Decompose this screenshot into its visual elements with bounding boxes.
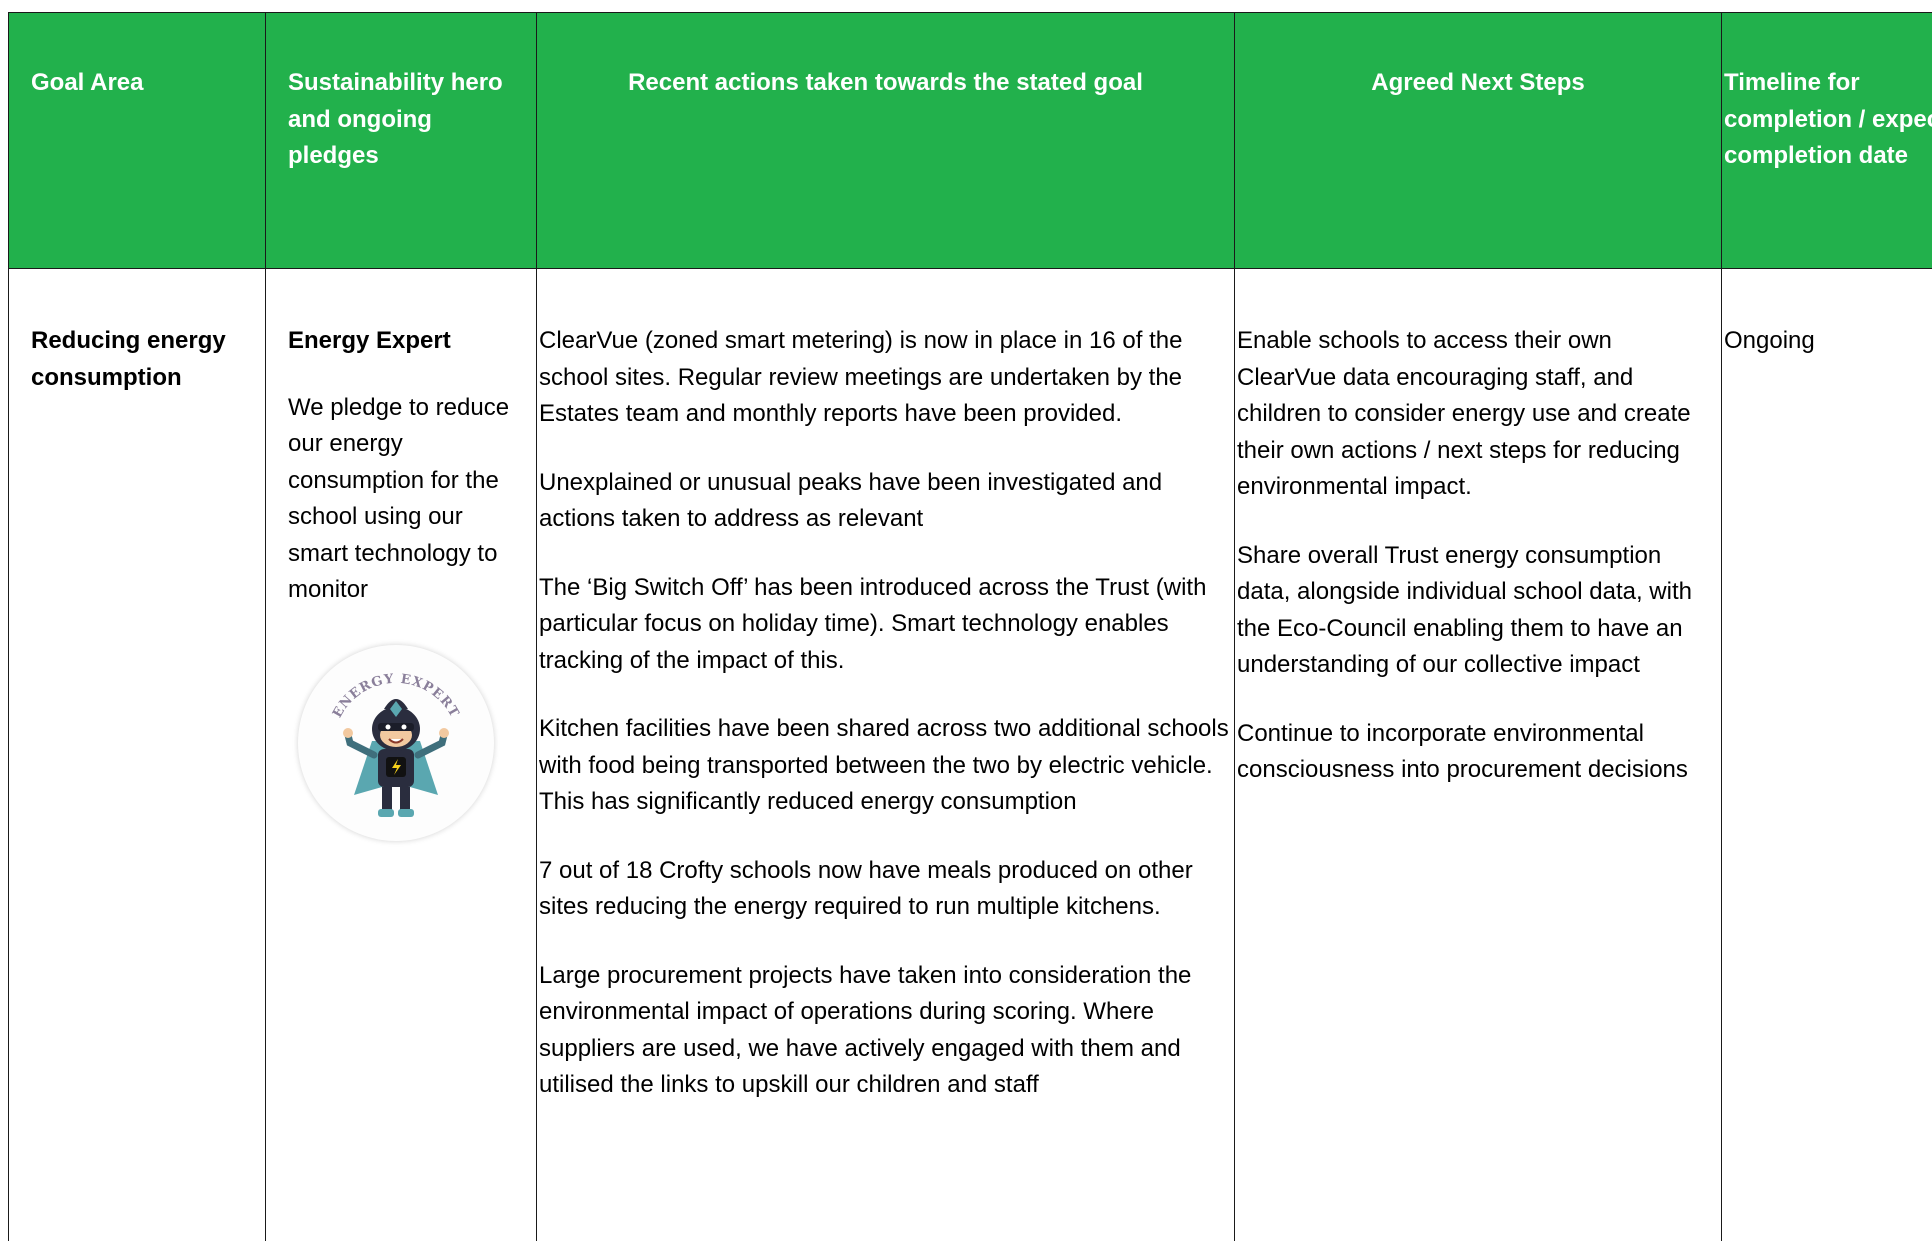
energy-expert-hero-icon: ENERGY EXPERT	[298, 644, 494, 841]
cell-timeline: Ongoing	[1721, 268, 1932, 1241]
cell-goal-area: Reducing energy consumption	[8, 268, 266, 1241]
recent-action-item: Kitchen facilities have been shared acro…	[539, 715, 1229, 815]
recent-action-item: The ‘Big Switch Off’ has been introduced…	[539, 573, 1207, 674]
header-goal-area: Goal Area	[8, 12, 266, 269]
recent-action-item: Large procurement projects have taken in…	[539, 961, 1192, 1099]
hero-name: Energy Expert	[288, 327, 451, 354]
cell-sustainability-hero: Energy Expert We pledge to reduce our en…	[265, 268, 537, 1241]
recent-action-item: Unexplained or unusual peaks have been i…	[539, 468, 1163, 533]
recent-action-item: 7 out of 18 Crofty schools now have meal…	[539, 856, 1193, 921]
sustainability-goals-table: Goal Area Sustainability hero and ongoin…	[8, 12, 1932, 1241]
header-timeline: Timeline for completion / expected compl…	[1721, 12, 1932, 269]
header-recent-actions: Recent actions taken towards the stated …	[536, 12, 1235, 269]
next-step-item: Enable schools to access their own Clear…	[1237, 327, 1691, 500]
cell-next-steps: Enable schools to access their own Clear…	[1234, 268, 1722, 1241]
next-step-item: Share overall Trust energy consumption d…	[1237, 541, 1692, 679]
energy-expert-badge-graphic: ENERGY EXPERT	[330, 671, 461, 817]
next-step-item: Continue to incorporate environmental co…	[1237, 719, 1688, 784]
cell-recent-actions: ClearVue (zoned smart metering) is now i…	[536, 268, 1235, 1241]
header-next-steps: Agreed Next Steps	[1234, 12, 1722, 269]
document-page: Goal Area Sustainability hero and ongoin…	[8, 12, 1932, 1241]
recent-action-item: ClearVue (zoned smart metering) is now i…	[539, 327, 1183, 427]
table-header-row: Goal Area Sustainability hero and ongoin…	[8, 12, 1932, 269]
header-sustainability-hero: Sustainability hero and ongoing pledges	[265, 12, 537, 269]
table-row: Reducing energy consumption Energy Exper…	[8, 268, 1932, 1241]
hero-pledge: We pledge to reduce our energy consumpti…	[288, 393, 510, 604]
